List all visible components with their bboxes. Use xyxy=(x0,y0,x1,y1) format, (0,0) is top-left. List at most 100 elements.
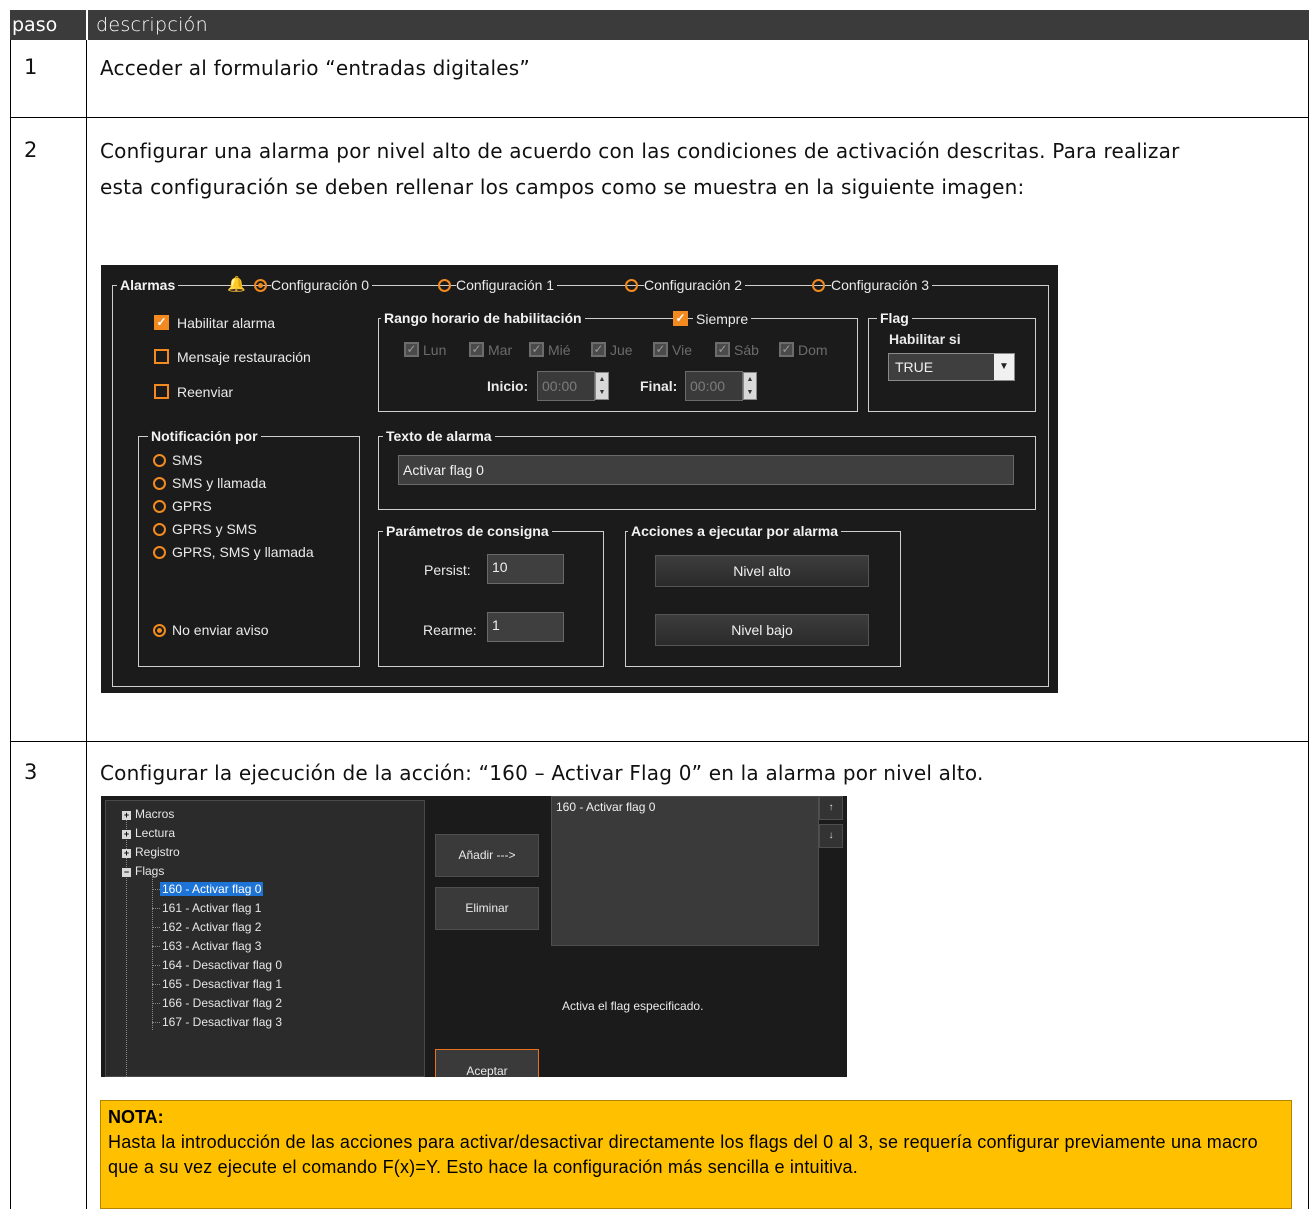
persist-input[interactable]: 10 xyxy=(487,554,564,584)
tree-node-lectura-label: Lectura xyxy=(135,826,176,840)
tree-branch xyxy=(152,908,160,909)
tree-node-macros[interactable]: Macros xyxy=(135,807,174,821)
tree-node-macros-label: Macros xyxy=(135,807,175,821)
no-notice-label: No enviar aviso xyxy=(172,622,269,638)
no-notice-radio[interactable] xyxy=(153,624,166,637)
persist-label: Persist: xyxy=(424,562,471,578)
low-level-button[interactable]: Nivel bajo xyxy=(655,614,869,646)
note-title: NOTA: xyxy=(108,1107,164,1127)
tree-item-flag-163[interactable]: 163 - Activar flag 3 xyxy=(162,939,261,953)
schedule-fieldset xyxy=(378,318,858,412)
config-0-radio[interactable] xyxy=(254,279,267,292)
step-text-3: Configurar la ejecución de la acción: “1… xyxy=(100,761,984,785)
notify-gprs-sms-radio[interactable] xyxy=(153,523,166,536)
day-dom-checkbox[interactable]: ✓ xyxy=(779,342,794,357)
flag-enable-if-label: Habilitar si xyxy=(889,331,961,347)
step-text-1: Acceder al formulario “entradas digitale… xyxy=(100,56,530,80)
restore-message-checkbox[interactable] xyxy=(154,349,169,364)
day-mar-checkbox[interactable]: ✓ xyxy=(469,342,484,357)
tree-node-registro[interactable]: Registro xyxy=(135,845,180,859)
day-sab-label: Sáb xyxy=(734,342,759,358)
move-down-arrow-icon[interactable]: ↓ xyxy=(819,824,843,848)
params-legend: Parámetros de consigna xyxy=(383,523,552,539)
remove-action-button[interactable]: Eliminar xyxy=(435,887,539,930)
notify-sms-label: SMS xyxy=(172,452,203,468)
expand-registro-icon[interactable]: + xyxy=(122,849,131,858)
tree-item-flag-162[interactable]: 162 - Activar flag 2 xyxy=(162,920,261,934)
accept-button[interactable]: Aceptar xyxy=(435,1049,539,1077)
tree-item-flag-164[interactable]: 164 - Desactivar flag 0 xyxy=(162,958,282,972)
alarm-config-screenshot: Alarmas 🔔 Configuración 0 Configuración … xyxy=(101,265,1058,693)
tree-node-flags[interactable]: Flags xyxy=(135,864,164,878)
always-checkbox[interactable]: ✓ xyxy=(673,311,688,326)
config-0-label: Configuración 0 xyxy=(271,277,373,293)
high-level-button[interactable]: Nivel alto xyxy=(655,555,869,587)
actions-fieldset xyxy=(625,531,901,667)
tree-item-flag-166[interactable]: 166 - Desactivar flag 2 xyxy=(162,996,282,1010)
config-2-label: Configuración 2 xyxy=(644,277,746,293)
expand-lectura-icon[interactable]: + xyxy=(122,830,131,839)
tree-item-flag-167-label: 167 - Desactivar flag 3 xyxy=(162,1015,283,1029)
header-paso: paso xyxy=(12,14,58,36)
end-time-input[interactable]: 00:00 xyxy=(685,371,743,401)
config-2-radio[interactable] xyxy=(625,279,638,292)
start-time-input[interactable]: 00:00 xyxy=(537,371,595,401)
rearm-input[interactable]: 1 xyxy=(487,612,564,642)
add-action-button[interactable]: Añadir ---> xyxy=(435,834,539,877)
table-right-border xyxy=(1308,40,1309,1209)
note-body: Hasta la introducción de las acciones pa… xyxy=(108,1132,1258,1177)
note-box: NOTA: Hasta la introducción de las accio… xyxy=(100,1100,1292,1209)
notify-gprs-sms-call-label: GPRS, SMS y llamada xyxy=(172,544,314,560)
resend-checkbox[interactable] xyxy=(154,384,169,399)
day-lun-checkbox[interactable]: ✓ xyxy=(404,342,419,357)
alarm-text-input[interactable]: Activar flag 0 xyxy=(398,455,1014,485)
flag-select-value: TRUE xyxy=(895,359,934,375)
end-time-spinner[interactable]: ▲ ▼ xyxy=(743,372,757,400)
day-mie-checkbox[interactable]: ✓ xyxy=(529,342,544,357)
config-3-radio[interactable] xyxy=(812,279,825,292)
move-up-arrow-icon[interactable]: ↑ xyxy=(819,796,843,820)
tree-branch xyxy=(152,946,160,947)
notify-gprs-radio[interactable] xyxy=(153,500,166,513)
tree-item-flag-165[interactable]: 165 - Desactivar flag 1 xyxy=(162,977,282,991)
selected-actions-list[interactable]: 160 - Activar flag 0 xyxy=(551,796,819,946)
notify-gprs-label: GPRS xyxy=(172,498,212,514)
tree-item-flag-161-label: 161 - Activar flag 1 xyxy=(162,901,262,915)
notify-gprs-sms-call-radio[interactable] xyxy=(153,546,166,559)
collapse-flags-icon[interactable]: − xyxy=(122,868,131,877)
tree-item-flag-160[interactable]: 160 - Activar flag 0 xyxy=(160,882,264,896)
tree-connector-flags xyxy=(152,872,153,1030)
step-text-2-line1: Configurar una alarma por nivel alto de … xyxy=(100,139,1180,163)
table-left-border xyxy=(10,40,11,1209)
config-1-radio[interactable] xyxy=(438,279,451,292)
day-mar-label: Mar xyxy=(488,342,513,358)
notify-gprs-sms-label: GPRS y SMS xyxy=(172,521,257,537)
tree-node-lectura[interactable]: Lectura xyxy=(135,826,175,840)
notify-sms-call-radio[interactable] xyxy=(153,477,166,490)
bell-icon: 🔔 xyxy=(227,276,246,293)
always-label: Siempre xyxy=(693,311,752,327)
selected-action-item[interactable]: 160 - Activar flag 0 xyxy=(556,800,655,814)
config-3-label: Configuración 3 xyxy=(831,277,933,293)
day-jue-label: Jue xyxy=(610,342,633,358)
flag-select[interactable]: TRUE ▼ xyxy=(888,353,1015,381)
day-vie-checkbox[interactable]: ✓ xyxy=(653,342,668,357)
actions-legend: Acciones a ejecutar por alarma xyxy=(628,523,841,539)
day-sab-checkbox[interactable]: ✓ xyxy=(715,342,730,357)
table-column-divider xyxy=(86,40,87,1209)
day-vie-label: Vie xyxy=(672,342,692,358)
rearm-label: Rearme: xyxy=(423,622,477,638)
row-divider-2 xyxy=(10,741,1309,742)
tree-item-flag-167[interactable]: 167 - Desactivar flag 3 xyxy=(162,1015,282,1029)
alarms-legend: Alarmas xyxy=(117,277,179,293)
alarm-text-legend: Texto de alarma xyxy=(383,428,495,444)
action-description: Activa el flag especificado. xyxy=(562,999,704,1013)
notify-sms-radio[interactable] xyxy=(153,454,166,467)
day-jue-checkbox[interactable]: ✓ xyxy=(591,342,606,357)
expand-macros-icon[interactable]: + xyxy=(122,811,131,820)
start-time-spinner[interactable]: ▲ ▼ xyxy=(595,372,609,400)
enable-alarm-checkbox[interactable]: ✓ xyxy=(154,315,169,330)
resend-label: Reenviar xyxy=(177,384,234,400)
tree-item-flag-161[interactable]: 161 - Activar flag 1 xyxy=(162,901,261,915)
header-descripcion: descripción xyxy=(96,14,208,36)
